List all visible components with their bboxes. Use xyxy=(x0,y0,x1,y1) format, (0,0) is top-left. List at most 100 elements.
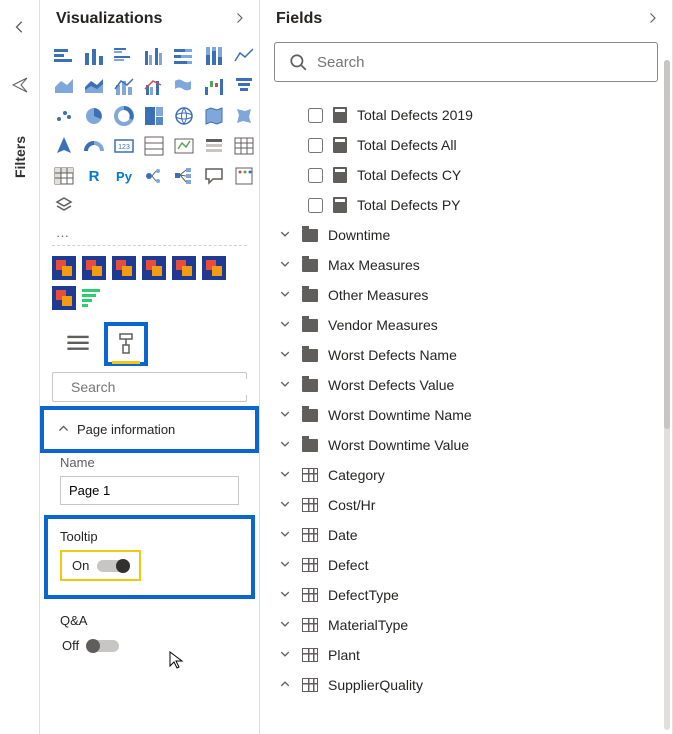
send-icon[interactable] xyxy=(12,77,28,96)
waterfall-chart-icon[interactable] xyxy=(202,74,226,98)
folder-label: Other Measures xyxy=(328,287,428,303)
area-chart-icon[interactable] xyxy=(52,74,76,98)
field-table-item[interactable]: Plant xyxy=(274,640,658,670)
field-folder-item[interactable]: Worst Defects Name xyxy=(274,340,658,370)
python-visual-icon[interactable]: Py xyxy=(112,164,136,188)
scrollbar[interactable] xyxy=(664,60,670,730)
hundred-stacked-bar-icon[interactable] xyxy=(172,44,196,68)
table-icon xyxy=(302,558,318,572)
field-folder-item[interactable]: Worst Downtime Value xyxy=(274,430,658,460)
more-visuals-button[interactable]: ··· xyxy=(52,226,247,245)
fields-tab-icon[interactable] xyxy=(60,326,96,362)
custom-visual-icon[interactable] xyxy=(82,256,106,280)
chevron-left-icon[interactable] xyxy=(13,20,27,37)
field-table-item[interactable]: Defect xyxy=(274,550,658,580)
custom-visuals-row xyxy=(52,245,247,316)
azure-map-icon[interactable] xyxy=(52,134,76,158)
fields-search-input[interactable] xyxy=(317,54,643,71)
field-table-item[interactable]: MaterialType xyxy=(274,610,658,640)
clustered-bar-chart-icon[interactable] xyxy=(112,44,136,68)
folder-icon xyxy=(302,409,318,422)
multi-row-card-icon[interactable] xyxy=(142,134,166,158)
folder-icon xyxy=(302,259,318,272)
table-visual-icon[interactable] xyxy=(232,134,256,158)
table-label: MaterialType xyxy=(328,617,408,633)
r-visual-icon[interactable]: R xyxy=(82,164,106,188)
line-stacked-column-icon[interactable] xyxy=(112,74,136,98)
qa-toggle[interactable]: Off xyxy=(60,634,121,657)
line-clustered-column-icon[interactable] xyxy=(142,74,166,98)
field-checkbox[interactable] xyxy=(308,108,323,123)
matrix-visual-icon[interactable] xyxy=(52,164,76,188)
gauge-icon[interactable] xyxy=(82,134,106,158)
chevron-down-icon xyxy=(278,229,292,242)
custom-visual-icon[interactable] xyxy=(52,256,76,280)
chevron-right-icon[interactable] xyxy=(233,11,245,27)
field-folder-item[interactable]: Worst Downtime Name xyxy=(274,400,658,430)
table-label: Category xyxy=(328,467,385,483)
field-folder-item[interactable]: Vendor Measures xyxy=(274,310,658,340)
decomposition-tree-icon[interactable] xyxy=(172,164,196,188)
custom-visual-icon[interactable] xyxy=(112,256,136,280)
field-folder-item[interactable]: Max Measures xyxy=(274,250,658,280)
field-label: Total Defects CY xyxy=(357,167,461,183)
toggle-switch-icon xyxy=(87,640,119,652)
field-table-item[interactable]: Date xyxy=(274,520,658,550)
stacked-column-chart-icon[interactable] xyxy=(82,44,106,68)
key-influencers-icon[interactable] xyxy=(142,164,166,188)
field-checkbox[interactable] xyxy=(308,168,323,183)
smart-narrative-icon[interactable] xyxy=(232,164,256,188)
map-icon[interactable] xyxy=(172,104,196,128)
format-search-input[interactable] xyxy=(71,379,252,395)
slicer-icon[interactable] xyxy=(202,134,226,158)
clustered-column-chart-icon[interactable] xyxy=(142,44,166,68)
kpi-icon[interactable] xyxy=(172,134,196,158)
table-label: DefectType xyxy=(328,587,399,603)
shape-map-icon[interactable] xyxy=(232,104,256,128)
filters-collapsed-label[interactable]: Filters xyxy=(12,136,28,178)
page-name-input[interactable] xyxy=(60,476,239,505)
custom-visual-icon[interactable] xyxy=(52,286,76,310)
field-table-item[interactable]: Cost/Hr xyxy=(274,490,658,520)
field-table-item[interactable]: DefectType xyxy=(274,580,658,610)
line-chart-icon[interactable] xyxy=(232,44,256,68)
chevron-down-icon xyxy=(278,469,292,482)
chevron-right-icon[interactable] xyxy=(646,11,658,27)
treemap-chart-icon[interactable] xyxy=(142,104,166,128)
custom-visual-icon[interactable] xyxy=(202,256,226,280)
funnel-chart-icon[interactable] xyxy=(232,74,256,98)
page-information-section[interactable]: Page information xyxy=(44,410,255,449)
folder-label: Max Measures xyxy=(328,257,420,273)
ribbon-chart-icon[interactable] xyxy=(172,74,196,98)
field-measure-item[interactable]: Total Defects PY xyxy=(274,190,658,220)
custom-visual-icon[interactable] xyxy=(172,256,196,280)
field-measure-item[interactable]: Total Defects 2019 xyxy=(274,100,658,130)
filled-map-icon[interactable] xyxy=(202,104,226,128)
stacked-bar-chart-icon[interactable] xyxy=(52,44,76,68)
field-folder-item[interactable]: Worst Defects Value xyxy=(274,370,658,400)
chevron-down-icon xyxy=(278,289,292,302)
field-folder-item[interactable]: Other Measures xyxy=(274,280,658,310)
field-checkbox[interactable] xyxy=(308,138,323,153)
svg-text:123: 123 xyxy=(118,144,130,151)
format-tab-icon[interactable] xyxy=(108,326,144,362)
tornado-chart-icon[interactable] xyxy=(82,286,106,310)
field-folder-item[interactable]: Downtime xyxy=(274,220,658,250)
format-search[interactable] xyxy=(52,372,247,402)
field-table-item[interactable]: Category xyxy=(274,460,658,490)
field-measure-item[interactable]: Total Defects CY xyxy=(274,160,658,190)
fields-search[interactable] xyxy=(274,42,658,82)
pie-chart-icon[interactable] xyxy=(82,104,106,128)
scatter-chart-icon[interactable] xyxy=(52,104,76,128)
donut-chart-icon[interactable] xyxy=(112,104,136,128)
custom-visual-icon[interactable] xyxy=(142,256,166,280)
stacked-area-chart-icon[interactable] xyxy=(82,74,106,98)
field-table-item[interactable]: SupplierQuality xyxy=(274,670,658,700)
tooltip-toggle[interactable]: On xyxy=(60,550,141,581)
paginated-report-icon[interactable] xyxy=(52,194,76,218)
field-checkbox[interactable] xyxy=(308,198,323,213)
hundred-stacked-column-icon[interactable] xyxy=(202,44,226,68)
field-measure-item[interactable]: Total Defects All xyxy=(274,130,658,160)
qa-visual-icon[interactable] xyxy=(202,164,226,188)
card-icon[interactable]: 123 xyxy=(112,134,136,158)
